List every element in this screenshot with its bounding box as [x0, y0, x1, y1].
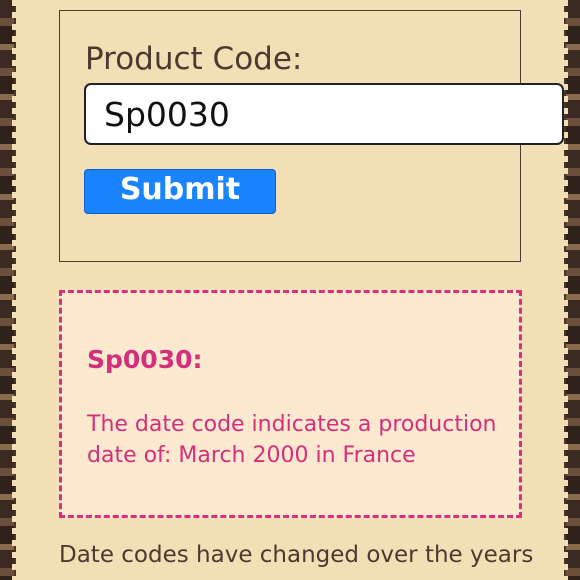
page: Product Code: Submit Sp0030: The date co…	[0, 0, 580, 580]
product-code-label: Product Code:	[85, 41, 303, 77]
result-panel: Sp0030: The date code indicates a produc…	[59, 290, 522, 518]
right-perforation	[564, 0, 568, 580]
product-code-form: Product Code: Submit	[59, 10, 564, 262]
result-message: The date code indicates a production dat…	[87, 412, 497, 468]
right-pattern-border	[566, 0, 580, 580]
date-codes-note: Date codes have changed over the years	[59, 542, 534, 568]
submit-button[interactable]: Submit	[84, 169, 276, 214]
result-code-heading: Sp0030:	[87, 345, 203, 374]
product-code-input[interactable]	[84, 83, 564, 145]
main-content: Product Code: Submit Sp0030: The date co…	[16, 0, 564, 580]
